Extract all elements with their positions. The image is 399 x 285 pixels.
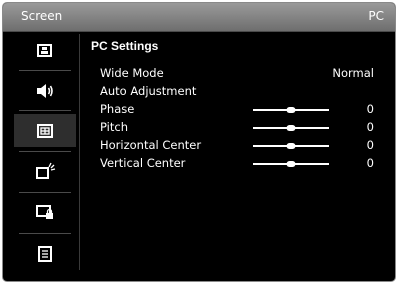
sidebar-item-picture[interactable] bbox=[14, 34, 76, 67]
slider-knob[interactable] bbox=[286, 107, 296, 113]
wide-mode-label: Wide Mode bbox=[100, 66, 164, 80]
title-bar: Screen PC bbox=[3, 3, 395, 32]
divider bbox=[79, 34, 80, 270]
phase-slider[interactable] bbox=[253, 107, 329, 113]
lock-icon bbox=[36, 204, 53, 219]
pitch-slider[interactable] bbox=[253, 125, 329, 131]
sidebar-item-screen[interactable] bbox=[14, 114, 76, 147]
menu-list-icon bbox=[38, 245, 52, 262]
auto-adjustment-row[interactable]: Auto Adjustment bbox=[89, 84, 389, 100]
horizontal-center-value: 0 bbox=[366, 138, 374, 152]
horizontal-center-slider[interactable] bbox=[253, 143, 329, 149]
vertical-center-slider[interactable] bbox=[253, 161, 329, 167]
vertical-center-label: Vertical Center bbox=[100, 156, 186, 170]
sidebar-item-sound[interactable] bbox=[14, 74, 76, 107]
phase-row[interactable]: Phase 0 bbox=[89, 102, 389, 118]
wide-mode-value: Normal bbox=[332, 66, 374, 80]
screen-icon bbox=[37, 123, 53, 138]
horizontal-center-label: Horizontal Center bbox=[100, 138, 202, 152]
horizontal-center-row[interactable]: Horizontal Center 0 bbox=[89, 138, 389, 154]
phase-value: 0 bbox=[366, 102, 374, 116]
speaker-icon bbox=[37, 83, 53, 98]
slider-knob[interactable] bbox=[286, 161, 296, 167]
pitch-row[interactable]: Pitch 0 bbox=[89, 120, 389, 136]
pitch-value: 0 bbox=[366, 120, 374, 134]
input-source: PC bbox=[368, 9, 384, 23]
sidebar-item-lock[interactable] bbox=[14, 196, 76, 229]
phase-label: Phase bbox=[100, 102, 135, 116]
slider-knob[interactable] bbox=[286, 125, 296, 131]
wide-mode-row[interactable]: Wide Mode Normal bbox=[89, 66, 389, 82]
page-title: PC Settings bbox=[91, 39, 159, 53]
menu-title: Screen bbox=[21, 9, 63, 23]
vertical-center-value: 0 bbox=[366, 156, 374, 170]
osd-menu: Screen PC PC Settings Wide Mode Normal A… bbox=[2, 2, 396, 282]
slider-knob[interactable] bbox=[286, 143, 296, 149]
auto-adjustment-label: Auto Adjustment bbox=[100, 84, 197, 98]
display-settings-icon bbox=[36, 162, 56, 179]
sidebar-item-display-settings[interactable] bbox=[14, 155, 76, 188]
vertical-center-row[interactable]: Vertical Center 0 bbox=[89, 156, 389, 172]
sidebar bbox=[14, 34, 76, 270]
sidebar-item-menu[interactable] bbox=[14, 237, 76, 270]
picture-icon bbox=[37, 43, 52, 57]
pitch-label: Pitch bbox=[100, 120, 128, 134]
